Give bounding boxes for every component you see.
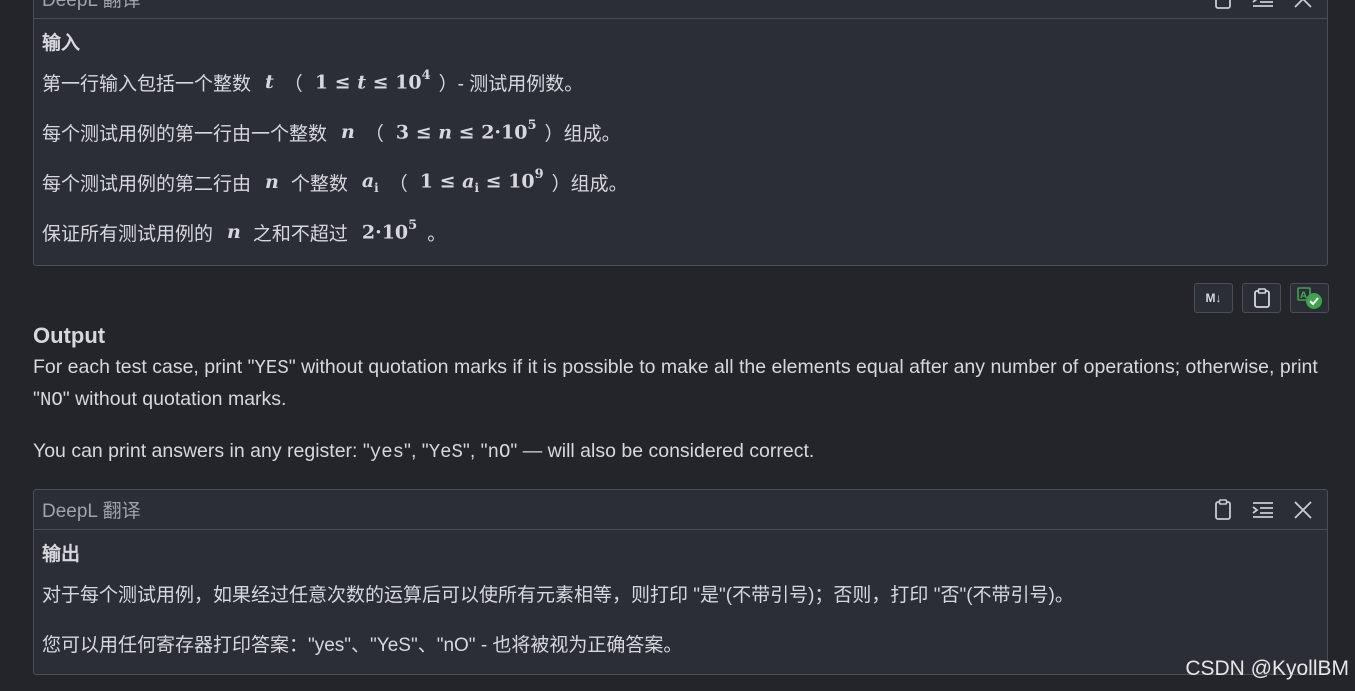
code-yes: YES	[254, 357, 289, 379]
deepl-panel-input: DeepL 翻译 输入 第一行输入包括一个整数 t （ 1 ≤ t ≤ 104 …	[33, 0, 1328, 266]
math-var: ai	[361, 169, 379, 195]
math-expression: 1 ≤ ai ≤ 109	[419, 166, 544, 196]
para-text: You can print answers in any register: "	[33, 440, 370, 462]
deepl-panel-output: DeepL 翻译 输出 对于每个测试用例，如果经过任意次数的运算后可以使所有元素…	[33, 489, 1328, 675]
clipboard-icon	[1253, 288, 1270, 308]
input-line-2: 每个测试用例的第一行由一个整数 n （ 3 ≤ n ≤ 2·105 ） 组成。	[42, 107, 1319, 157]
para-text: " — will also be considered correct.	[510, 440, 815, 462]
input-heading: 输入	[42, 33, 81, 54]
deepl-panel-title: DeepL 翻译	[42, 501, 141, 522]
math-var: n	[265, 171, 279, 193]
input-line-1: 第一行输入包括一个整数 t （ 1 ≤ t ≤ 104 ） - 测试用例数。	[42, 57, 1319, 107]
output-line-1: 对于每个测试用例，如果经过任意次数的运算后可以使所有元素相等，则打印 "是"(不…	[42, 584, 1074, 606]
para-text: " without quotation marks.	[62, 388, 287, 410]
output-section-title: Output	[33, 323, 106, 348]
line-text: 保证所有测试用例的	[42, 223, 214, 245]
translate-check-icon: A	[1296, 287, 1322, 309]
input-line-3: 每个测试用例的第二行由 n 个整数 ai （ 1 ≤ ai ≤ 109 ） 组成…	[42, 157, 1319, 207]
math-expression: 3 ≤ n ≤ 2·105	[395, 118, 537, 144]
output-paragraph-2: You can print answers in any register: "…	[33, 436, 1323, 468]
line-text: 组成。	[563, 123, 621, 145]
line-text: 每个测试用例的第二行由	[42, 173, 252, 195]
deepl-panel-title: DeepL 翻译	[42, 0, 141, 11]
copy-button[interactable]	[1242, 283, 1281, 313]
translation-toolbar: M↓ A	[1194, 283, 1329, 313]
line-text: 组成。	[570, 173, 628, 195]
collapse-lines-icon[interactable]	[1247, 0, 1279, 15]
clipboard-icon[interactable]	[1207, 0, 1239, 15]
translate-button[interactable]: A	[1290, 283, 1329, 313]
paren-close: ）	[544, 123, 564, 145]
close-icon[interactable]	[1287, 0, 1319, 15]
line-text: 每个测试用例的第一行由一个整数	[42, 123, 328, 145]
paren-open: （	[364, 123, 384, 145]
deepl-panel-header: DeepL 翻译	[34, 0, 1327, 19]
math-expression: 1 ≤ t ≤ 104	[314, 68, 431, 94]
deepl-panel-header: DeepL 翻译	[34, 490, 1327, 530]
paren-open: （	[388, 173, 408, 195]
paren-open: （	[283, 73, 303, 95]
close-icon[interactable]	[1287, 494, 1319, 526]
line-text: 第一行输入包括一个整数	[42, 73, 252, 95]
math-var: n	[227, 221, 241, 243]
watermark: CSDN @KyollBM	[1185, 657, 1349, 680]
paren-close: ）	[438, 73, 458, 95]
collapse-lines-icon[interactable]	[1247, 494, 1279, 526]
math-var: n	[341, 121, 355, 143]
output-paragraph-1: For each test case, print "YES " without …	[33, 352, 1323, 416]
code-yes-lower: yes	[369, 441, 405, 463]
output-line-2: 您可以用任何寄存器打印答案："yes"、"YeS"、"nO" - 也将被视为正确…	[42, 634, 683, 656]
clipboard-icon[interactable]	[1207, 494, 1239, 526]
line-text: - 测试用例数。	[457, 73, 584, 95]
code-no-mixed: nO	[487, 441, 511, 463]
output-heading: 输出	[42, 544, 81, 565]
line-text: 。	[427, 223, 447, 245]
math-expression: 2·105	[361, 218, 418, 244]
para-text: For each test case, print "	[33, 356, 255, 378]
line-text: 之和不超过	[252, 223, 348, 245]
input-line-4: 保证所有测试用例的 n 之和不超过 2·105 。	[42, 207, 1319, 257]
para-text: ", "	[462, 440, 488, 462]
paren-close: ）	[551, 173, 571, 195]
math-var: t	[265, 71, 274, 93]
markdown-icon: M↓	[1205, 291, 1222, 305]
code-no: NO	[39, 389, 63, 411]
line-text: 个整数	[290, 173, 348, 195]
svg-text:A: A	[1300, 291, 1307, 301]
markdown-button[interactable]: M↓	[1194, 283, 1233, 313]
code-yes-mixed: YeS	[428, 441, 463, 463]
para-text: ", "	[404, 440, 429, 462]
